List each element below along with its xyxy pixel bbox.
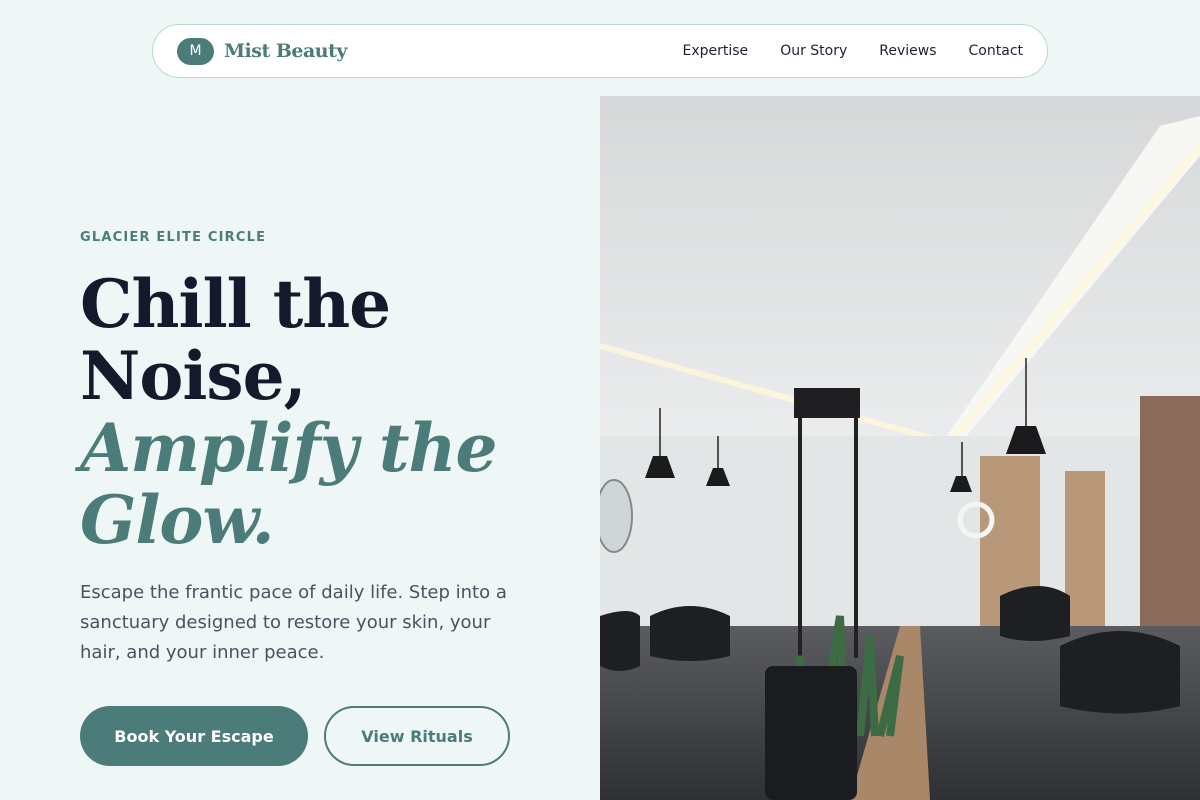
logo-badge[interactable]: M [177,37,214,65]
hero-eyebrow: GLACIER ELITE CIRCLE [80,230,267,245]
top-navigation-bar: M Mist Beauty Expertise Our Story Review… [152,24,1048,78]
headline-accent-2: Glow. [80,481,275,559]
hero-subtext: Escape the frantic pace of daily life. S… [80,582,507,663]
headline-line-1: Chill the [80,265,391,343]
brand-name[interactable]: Mist Beauty [224,40,347,62]
headline-line-2: Noise, [80,337,307,415]
nav-link-our-story[interactable]: Our Story [780,43,847,59]
salon-interior-illustration [600,96,1200,800]
book-your-escape-button[interactable]: Book Your Escape [80,706,308,766]
nav-link-reviews[interactable]: Reviews [879,43,936,59]
nav-link-contact[interactable]: Contact [969,43,1023,59]
nav-links: Expertise Our Story Reviews Contact [683,43,1024,59]
salon-interior-image [600,96,1200,800]
view-rituals-button[interactable]: View Rituals [324,706,510,766]
hero-headline: Chill the Noise, Amplify the Glow. [80,268,580,556]
headline-accent-1: Amplify the [80,409,498,487]
nav-link-expertise[interactable]: Expertise [683,43,749,59]
